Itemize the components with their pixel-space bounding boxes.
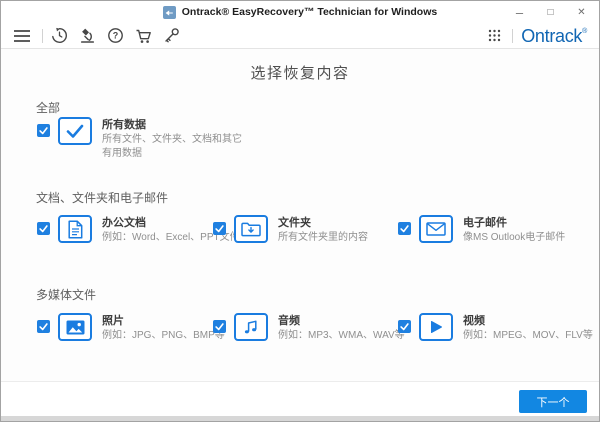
recovery-item-office-documents[interactable]: 办公文档 例如：Word、Excel、PPT文件 — [37, 215, 240, 245]
close-button[interactable]: ✕ — [566, 1, 597, 23]
item-title: 音频 — [278, 315, 300, 327]
recovery-item-video[interactable]: 视频 例如：MPEG、MOV、FLV等 — [398, 313, 593, 343]
item-text: 所有数据 所有文件、文件夹、文档和其它 有用数据 — [102, 118, 242, 160]
checkmark-icon — [215, 225, 224, 233]
checkmark-icon — [215, 323, 224, 331]
recovery-item-audio[interactable]: 音频 例如：MP3、WMA、WAV等 — [213, 313, 405, 343]
item-description: 例如：JPG、PNG、BMP等 — [102, 330, 225, 341]
window-bottom-edge — [1, 416, 599, 421]
recovery-item-all-data[interactable]: 所有数据 所有文件、文件夹、文档和其它 有用数据 — [37, 117, 242, 160]
item-text: 视频 例如：MPEG、MOV、FLV等 — [463, 314, 593, 343]
app-icon — [162, 5, 176, 19]
svg-text:?: ? — [113, 31, 119, 41]
next-button[interactable]: 下一个 — [519, 390, 587, 413]
titlebar: Ontrack® EasyRecovery™ Technician for Wi… — [1, 1, 599, 24]
hamburger-menu-icon — [14, 29, 30, 42]
play-icon — [419, 313, 453, 341]
recovery-item-photos[interactable]: 照片 例如：JPG、PNG、BMP等 — [37, 313, 225, 343]
menu-button[interactable] — [13, 29, 31, 43]
apps-grid-button[interactable] — [488, 29, 501, 42]
cart-icon — [136, 29, 151, 43]
item-title: 所有数据 — [102, 119, 146, 131]
apps-grid-icon — [489, 29, 501, 42]
cart-button[interactable] — [135, 28, 152, 44]
section-label-all: 全部 — [36, 101, 61, 115]
item-text: 音频 例如：MP3、WMA、WAV等 — [278, 314, 405, 343]
microscope-icon — [80, 28, 95, 43]
checkmark-icon — [39, 323, 48, 331]
ontrack-logo: Ontrack® — [521, 25, 587, 46]
checkbox-office-documents[interactable] — [37, 222, 50, 235]
toolbar-separator — [512, 28, 514, 43]
item-description: 所有文件夹里的内容 — [278, 232, 368, 243]
history-icon — [52, 27, 67, 43]
checkmark-icon — [400, 323, 409, 331]
help-icon: ? — [108, 28, 123, 43]
checkmark-icon — [400, 225, 409, 233]
item-title: 文件夹 — [278, 217, 311, 229]
checkmark-icon — [39, 225, 48, 233]
item-description: 例如：MP3、WMA、WAV等 — [278, 330, 405, 341]
checkbox-audio[interactable] — [213, 320, 226, 333]
content-area: 选择恢复内容 全部 所有数据 所有文件、文件夹、文档和其它 有用数据 文档、文件… — [1, 49, 599, 381]
item-title: 视频 — [463, 315, 485, 327]
maximize-button[interactable]: □ — [535, 1, 566, 23]
toolbar-separator — [42, 28, 43, 43]
item-title: 电子邮件 — [463, 217, 507, 229]
recovery-item-email[interactable]: 电子邮件 像MS Outlook电子邮件 — [398, 215, 565, 245]
page-title: 选择恢复内容 — [250, 65, 350, 82]
checkmark-icon — [39, 127, 48, 135]
mail-icon — [419, 215, 453, 243]
footer: 下一个 — [1, 381, 599, 419]
analysis-button[interactable] — [79, 27, 96, 44]
section-label-documents: 文档、文件夹和电子邮件 — [36, 191, 169, 205]
app-window: Ontrack® EasyRecovery™ Technician for Wi… — [0, 0, 600, 422]
minimize-button[interactable]: – — [504, 1, 535, 23]
history-button[interactable] — [51, 27, 68, 44]
checkbox-email[interactable] — [398, 222, 411, 235]
item-title: 照片 — [102, 315, 124, 327]
photo-icon — [58, 313, 92, 341]
registered-mark: ® — [582, 27, 587, 35]
item-text: 照片 例如：JPG、PNG、BMP等 — [102, 314, 225, 343]
license-key-button[interactable] — [163, 27, 180, 44]
all-data-check-icon — [58, 117, 92, 145]
music-note-icon — [234, 313, 268, 341]
help-button[interactable]: ? — [107, 27, 124, 44]
item-text: 文件夹 所有文件夹里的内容 — [278, 216, 368, 245]
folder-icon — [234, 215, 268, 243]
item-description: 所有文件、文件夹、文档和其它 有用数据 — [102, 134, 242, 159]
window-title: Ontrack® EasyRecovery™ Technician for Wi… — [181, 6, 438, 18]
checkbox-video[interactable] — [398, 320, 411, 333]
item-description: 像MS Outlook电子邮件 — [463, 232, 566, 243]
section-label-multimedia: 多媒体文件 — [36, 288, 97, 302]
toolbar: ? Ontrack® — [1, 23, 599, 49]
recovery-item-folders[interactable]: 文件夹 所有文件夹里的内容 — [213, 215, 368, 245]
document-icon — [58, 215, 92, 243]
checkbox-photos[interactable] — [37, 320, 50, 333]
key-icon — [165, 28, 179, 43]
toolbar-right: Ontrack® — [488, 27, 587, 45]
item-text: 电子邮件 像MS Outlook电子邮件 — [463, 216, 565, 245]
window-controls: – □ ✕ — [504, 1, 597, 23]
checkbox-all-data[interactable] — [37, 124, 50, 137]
item-description: 例如：MPEG、MOV、FLV等 — [463, 330, 593, 341]
checkbox-folders[interactable] — [213, 222, 226, 235]
